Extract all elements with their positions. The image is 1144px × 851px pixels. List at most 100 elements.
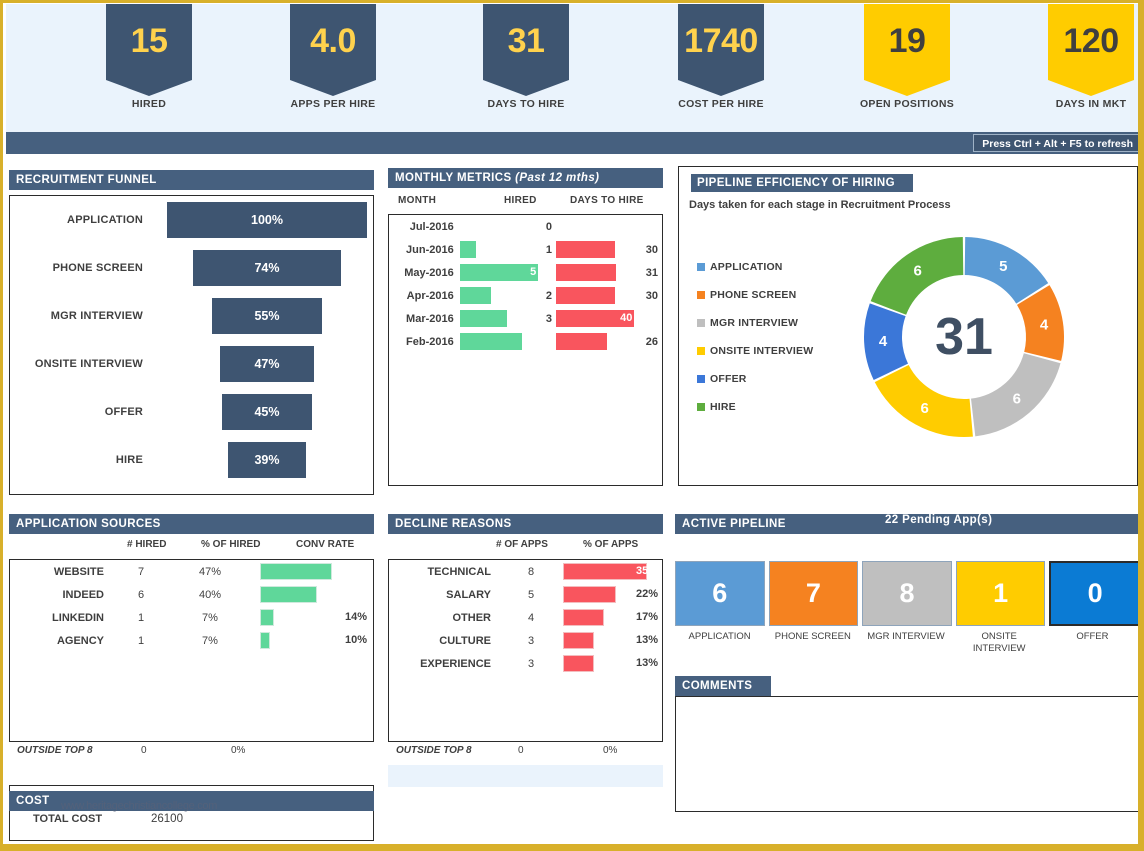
legend-color-swatch bbox=[697, 403, 705, 411]
kpi-banner: 15 HIRED 4.0 APPS PER HIRE 31 DAYS TO HIRE 174… bbox=[6, 4, 1141, 132]
conv-rate-value: 14% bbox=[344, 611, 367, 623]
kpi-caption: DAYS IN MKT bbox=[1055, 98, 1127, 110]
days-value: 30 bbox=[645, 243, 658, 256]
monthly-metrics-row: Jul-2016 0 bbox=[389, 215, 662, 238]
pipeline-stage-tile[interactable]: 7 bbox=[768, 561, 859, 626]
legend-color-swatch bbox=[697, 319, 705, 327]
pipeline-stage-tile[interactable]: 1 bbox=[955, 561, 1046, 626]
legend-item: PHONE SCREEN bbox=[697, 281, 813, 309]
pipeline-stage-label: PHONE SCREEN bbox=[774, 631, 851, 642]
application-source-row: AGENCY 1 7% 10% bbox=[10, 629, 373, 652]
reason-name: EXPERIENCE bbox=[420, 657, 491, 670]
hired-bar bbox=[459, 287, 491, 304]
active-pipeline-title: ACTIVE PIPELINE 22 Pending App(s) bbox=[675, 514, 1141, 534]
kpi-card-days-in-mkt: 120 DAYS IN MKT bbox=[1041, 4, 1141, 110]
reason-pct-bar bbox=[563, 655, 594, 672]
days-value: 30 bbox=[645, 289, 658, 302]
decline-reasons-stub bbox=[388, 765, 663, 787]
source-name: AGENCY bbox=[56, 634, 104, 647]
hired-value: 2 bbox=[545, 289, 552, 302]
pipeline-efficiency-title: PIPELINE EFFICIENCY OF HIRING bbox=[691, 174, 913, 192]
reason-apps-count: 8 bbox=[527, 565, 535, 578]
kpi-card-days-to-hire: 31 DAYS TO HIRE bbox=[476, 4, 576, 110]
days-bar-track bbox=[555, 330, 636, 353]
donut-center-value: 31 bbox=[935, 308, 993, 366]
hired-bar-track bbox=[459, 307, 540, 330]
comments-title: COMMENTS bbox=[675, 676, 771, 696]
source-pct-of-hired: 7% bbox=[202, 634, 218, 647]
days-bar bbox=[555, 241, 615, 258]
reason-pct-value: 13% bbox=[635, 657, 658, 669]
reason-pct-value: 35% bbox=[635, 565, 658, 577]
legend-color-swatch bbox=[697, 291, 705, 299]
legend-label: HIRE bbox=[710, 401, 736, 413]
donut-segment-value: 6 bbox=[914, 263, 922, 280]
application-source-row: LINKEDIN 1 7% 14% bbox=[10, 606, 373, 629]
hired-bar bbox=[459, 310, 507, 327]
monthly-metrics-table: Jul-2016 0 Jun-2016 1 30 May-2016 5 31 Apr-2016 2… bbox=[388, 214, 663, 486]
funnel-stage-row: OFFER 45% bbox=[10, 388, 373, 436]
reason-name: TECHNICAL bbox=[427, 565, 491, 578]
decline-reason-row: CULTURE 3 13% bbox=[389, 629, 662, 652]
reason-name: OTHER bbox=[452, 611, 492, 624]
kpi-caption: APPS PER HIRE bbox=[290, 98, 376, 110]
funnel-stage-bar: 39% bbox=[228, 442, 306, 478]
conv-rate-track: 14% bbox=[252, 606, 373, 629]
legend-item: APPLICATION bbox=[697, 253, 813, 281]
pipeline-stage-tile[interactable]: 8 bbox=[862, 561, 952, 626]
funnel-bar-track: 55% bbox=[155, 292, 373, 340]
refresh-hint: Press Ctrl + Alt + F5 to refresh bbox=[973, 134, 1141, 152]
hired-value-inside: 5 bbox=[530, 266, 537, 278]
comments-input[interactable] bbox=[675, 696, 1141, 812]
funnel-stage-label: ONSITE INTERVIEW bbox=[34, 358, 143, 370]
column-header-days-to-hire: DAYS TO HIRE bbox=[570, 195, 644, 206]
total-cost-value: 26100 bbox=[151, 813, 183, 825]
funnel-stage-bar: 47% bbox=[220, 346, 314, 382]
legend-color-swatch bbox=[697, 375, 705, 383]
source-pct-of-hired: 40% bbox=[198, 588, 222, 601]
reason-name: CULTURE bbox=[439, 634, 491, 647]
kpi-caption: COST PER HIRE bbox=[678, 98, 764, 110]
decline-reason-row: OTHER 4 17% bbox=[389, 606, 662, 629]
hired-bar-track bbox=[459, 284, 540, 307]
pipeline-stage-tile[interactable]: 0 bbox=[1049, 561, 1141, 626]
kpi-caption: OPEN POSITIONS bbox=[859, 98, 955, 110]
pipeline-stage-tile[interactable]: 6 bbox=[675, 561, 765, 626]
hired-bar bbox=[459, 241, 476, 258]
funnel-stage-bar: 55% bbox=[212, 298, 322, 334]
month-label: May-2016 bbox=[404, 266, 454, 279]
hired-value: 1 bbox=[545, 243, 552, 256]
funnel-stage-label: MGR INTERVIEW bbox=[50, 310, 143, 322]
kpi-caption: DAYS TO HIRE bbox=[487, 98, 565, 110]
hired-bar-track bbox=[459, 238, 540, 261]
reason-pct-bar bbox=[563, 609, 604, 626]
reason-pct-bar bbox=[563, 586, 616, 603]
reason-apps-count: 3 bbox=[527, 634, 535, 647]
column-header-conv-rate: CONV RATE bbox=[296, 539, 355, 550]
funnel-stage-bar: 74% bbox=[193, 250, 341, 286]
days-value: 31 bbox=[645, 266, 658, 279]
donut-segment-value: 6 bbox=[1013, 390, 1021, 407]
total-cost-label: TOTAL COST bbox=[33, 813, 103, 825]
legend-item: HIRE bbox=[697, 393, 813, 421]
reason-pct-bar bbox=[563, 632, 594, 649]
application-sources-title: APPLICATION SOURCES bbox=[9, 514, 374, 534]
conv-rate-value: 70% bbox=[344, 565, 367, 577]
legend-label: MGR INTERVIEW bbox=[710, 317, 799, 329]
application-source-row: INDEED 6 40% 55% bbox=[10, 583, 373, 606]
hired-bar-track: 4 bbox=[459, 330, 540, 353]
reason-apps-count: 4 bbox=[527, 611, 535, 624]
decline-reason-row: SALARY 5 22% bbox=[389, 583, 662, 606]
monthly-metrics-title-main: MONTHLY METRICS bbox=[395, 172, 516, 184]
source-name: LINKEDIN bbox=[52, 611, 104, 624]
watermark-text: www.heritagechristiancollege.com bbox=[61, 800, 218, 812]
source-name: INDEED bbox=[62, 588, 104, 601]
kpi-value: 120 bbox=[1063, 22, 1119, 60]
reason-name: SALARY bbox=[446, 588, 491, 601]
dashboard-page: 15 HIRED 4.0 APPS PER HIRE 31 DAYS TO HIRE 174… bbox=[0, 0, 1144, 851]
monthly-metrics-title: MONTHLY METRICS (Past 12 mths) bbox=[388, 168, 663, 188]
conv-rate-value: 10% bbox=[344, 634, 367, 646]
column-header-num-apps: # OF APPS bbox=[496, 539, 548, 550]
pipeline-stage-label: ONSITE INTERVIEW bbox=[972, 631, 1026, 654]
funnel-stage-row: MGR INTERVIEW 55% bbox=[10, 292, 373, 340]
